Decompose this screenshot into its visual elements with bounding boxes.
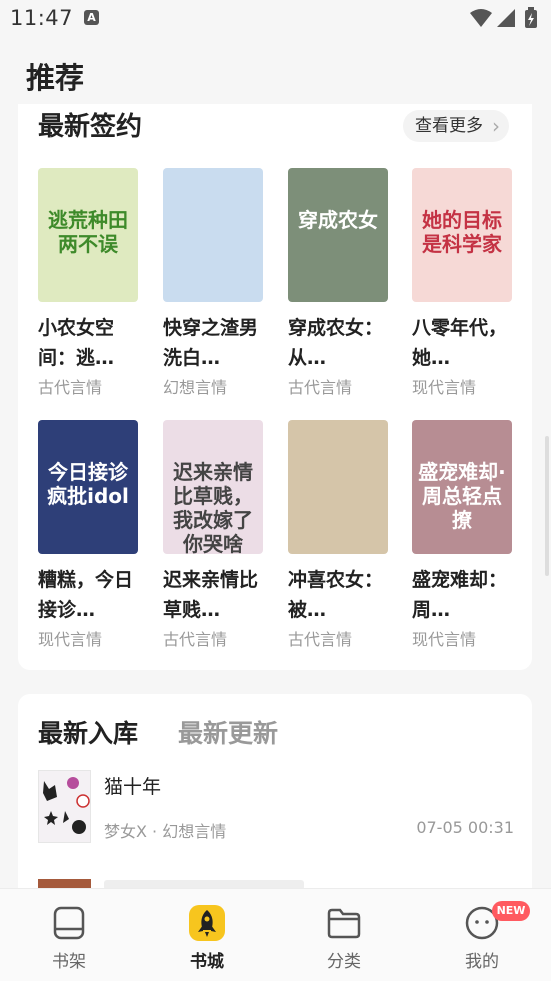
latest-signed-card: 最新签约 查看更多 › 逃荒种田两不误 小农女空间：逃… 古代言情 快穿之渣男洗… xyxy=(18,104,532,670)
chevron-right-icon: › xyxy=(492,114,500,138)
book-cover[interactable]: 逃荒种田两不误 xyxy=(38,168,138,302)
book-genre: 幻想言情 xyxy=(163,378,228,397)
book-genre: 古代言情 xyxy=(288,630,353,649)
cover-title: 盛宠难却·周总轻点撩 xyxy=(418,460,506,532)
tab-latest-updated[interactable]: 最新更新 xyxy=(178,714,278,750)
book-cover[interactable]: 迟来亲情比草贱，我改嫁了你哭啥 xyxy=(163,420,263,554)
book-title: 穿成农女：从… xyxy=(288,317,384,369)
book-title: 小农女空间：逃… xyxy=(38,317,115,369)
view-more-button[interactable]: 查看更多 › xyxy=(403,110,509,142)
tab-latest-added[interactable]: 最新入库 xyxy=(38,714,138,750)
entry-title: 猫十年 xyxy=(104,776,162,798)
book-title: 盛宠难却：周… xyxy=(412,569,508,621)
book-cover[interactable]: 穿成农女 xyxy=(288,168,388,302)
nav-bookstore[interactable]: 书城 xyxy=(157,889,257,981)
rocket-icon xyxy=(189,905,225,941)
entry-cover xyxy=(38,770,91,843)
nav-label: 分类 xyxy=(327,952,361,972)
book-cover[interactable] xyxy=(163,168,263,302)
nav-profile[interactable]: NEW 我的 xyxy=(432,889,532,981)
cat-cover-icon xyxy=(43,777,90,834)
cover-title: 穿成农女 xyxy=(298,208,378,232)
new-badge: NEW xyxy=(492,901,530,921)
book-cover[interactable]: 盛宠难却·周总轻点撩 xyxy=(412,420,512,554)
status-bar: 11:47 A xyxy=(0,0,551,40)
nav-label: 书架 xyxy=(52,952,86,972)
signal-battery-icons xyxy=(470,7,537,28)
book-cover[interactable] xyxy=(288,420,388,554)
book-genre: 现代言情 xyxy=(412,630,477,649)
book-title: 冲喜农女：被… xyxy=(288,569,384,621)
cover-title: 今日接诊疯批idol xyxy=(47,460,129,508)
book-title: 迟来亲情比草贱… xyxy=(163,569,259,621)
book-genre: 现代言情 xyxy=(38,630,103,649)
notification-icon: A xyxy=(84,10,99,25)
section-title: 最新签约 xyxy=(38,112,143,142)
cover-title: 逃荒种田两不误 xyxy=(48,208,128,256)
cover-title: 迟来亲情比草贱，我改嫁了你哭啥 xyxy=(173,460,253,554)
book-genre: 古代言情 xyxy=(288,378,353,397)
bottom-nav: 书架 书城 分类 NEW 我的 xyxy=(0,888,551,981)
library-card: 最新入库 最新更新 猫十年 梦女X · 幻想言情 07-05 00:31 xyxy=(18,694,532,914)
nav-label: 我的 xyxy=(465,952,499,972)
nav-bookshelf[interactable]: 书架 xyxy=(19,889,119,981)
book-cover[interactable]: 她的目标是科学家 xyxy=(412,168,512,302)
nav-label: 书城 xyxy=(190,952,224,972)
scrollbar[interactable] xyxy=(545,436,549,576)
bookshelf-icon xyxy=(53,906,85,940)
cover-title: 她的目标是科学家 xyxy=(422,208,502,256)
entry-meta: 梦女X · 幻想言情 xyxy=(104,822,227,841)
folder-icon xyxy=(327,908,361,939)
book-cover[interactable]: 今日接诊疯批idol xyxy=(38,420,138,554)
book-genre: 古代言情 xyxy=(38,378,103,397)
status-time: 11:47 xyxy=(10,6,74,30)
book-title: 快穿之渣男洗白… xyxy=(163,317,259,369)
book-genre: 古代言情 xyxy=(163,630,228,649)
entry-time: 07-05 00:31 xyxy=(416,818,514,837)
book-title: 糟糕，今日接诊… xyxy=(38,569,134,621)
list-item[interactable]: 猫十年 梦女X · 幻想言情 07-05 00:31 xyxy=(38,770,514,846)
page-title: 推荐 xyxy=(26,61,85,95)
book-title: 八零年代，她… xyxy=(412,317,508,369)
nav-category[interactable]: 分类 xyxy=(294,889,394,981)
book-genre: 现代言情 xyxy=(412,378,477,397)
view-more-label: 查看更多 xyxy=(415,116,483,136)
